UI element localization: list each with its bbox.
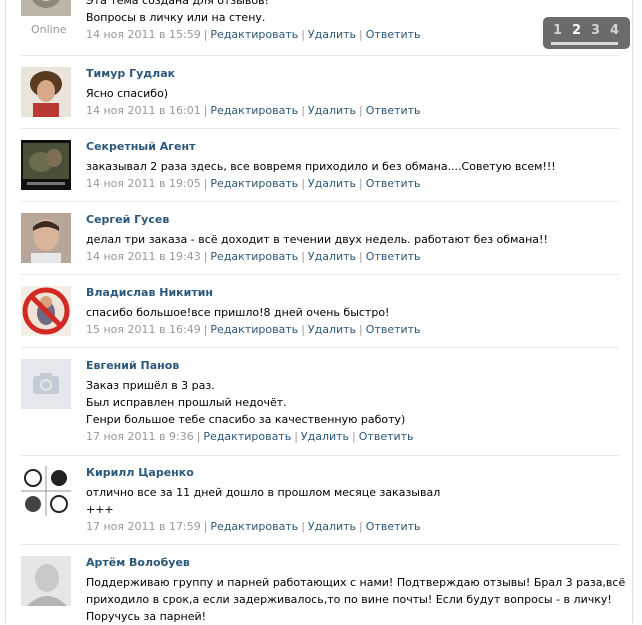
camera-icon: [21, 359, 71, 409]
edit-link[interactable]: Редактировать: [210, 28, 298, 41]
post-date[interactable]: 14 ноя 2011 в 16:01: [86, 104, 201, 117]
post-date[interactable]: 14 ноя 2011 в 19:05: [86, 177, 201, 190]
soldier-photo-icon: [21, 140, 71, 190]
author-link[interactable]: Сергей Гусев: [86, 213, 619, 227]
post-date[interactable]: 15 ноя 2011 в 16:49: [86, 323, 201, 336]
reply-link[interactable]: Ответить: [366, 323, 421, 336]
post-text-line: Заказ пришёл в 3 раз.: [86, 379, 215, 392]
avatar[interactable]: [21, 140, 71, 190]
post-divider: [21, 544, 619, 545]
reply-link[interactable]: Ответить: [366, 250, 421, 263]
author-link[interactable]: Владислав Никитин: [86, 286, 619, 300]
post-text-line: Был исправлен прошлый недочёт.: [86, 396, 287, 409]
reply-link[interactable]: Ответить: [359, 430, 414, 443]
post-divider: [21, 455, 619, 456]
avatar[interactable]: [21, 0, 71, 16]
post-text-line: Вопросы в личку или на стену.: [86, 11, 266, 24]
delete-link[interactable]: Удалить: [301, 430, 349, 443]
author-link[interactable]: Артём Волобуев: [86, 556, 619, 570]
delete-link[interactable]: Удалить: [308, 520, 356, 533]
post-date[interactable]: 17 ноя 2011 в 17:59: [86, 520, 201, 533]
post-divider: [21, 274, 619, 275]
online-status: Online: [31, 23, 67, 36]
reply-link[interactable]: Ответить: [366, 520, 421, 533]
post-date[interactable]: 14 ноя 2011 в 15:59: [86, 28, 201, 41]
edit-link[interactable]: Редактировать: [210, 323, 298, 336]
avatar[interactable]: [21, 67, 71, 117]
page-switcher: 1 2 3 4: [543, 17, 630, 49]
edit-link[interactable]: Редактировать: [210, 177, 298, 190]
post-text-line: Генри большое тебе спасибо за качественн…: [86, 413, 406, 426]
avatar[interactable]: [21, 286, 71, 336]
ornament-avatar-icon: [21, 0, 71, 16]
avatar[interactable]: [21, 213, 71, 263]
avatar[interactable]: [21, 359, 71, 409]
user-photo-icon: [21, 556, 71, 606]
author-link[interactable]: Тимур Гудлак: [86, 67, 619, 81]
page-scroll-bar: [551, 42, 618, 45]
post-text-line: заказывал 2 раза здесь, все вовремя прих…: [86, 160, 556, 173]
delete-link[interactable]: Удалить: [308, 323, 356, 336]
post-date[interactable]: 17 ноя 2011 в 9:36: [86, 430, 194, 443]
avatar[interactable]: [21, 466, 71, 516]
post-divider: [21, 347, 619, 348]
page-2-current[interactable]: 2: [572, 23, 581, 38]
post-text-line: отлично все за 11 дней дошло в прошлом м…: [86, 486, 441, 499]
meme-faces-icon: [21, 466, 71, 516]
post-date[interactable]: 14 ноя 2011 в 19:43: [86, 250, 201, 263]
post-text-line: спасибо большое!все пришло!8 дней очень …: [86, 306, 390, 319]
page-3[interactable]: 3: [591, 23, 600, 38]
edit-link[interactable]: Редактировать: [210, 520, 298, 533]
user-photo-icon: [21, 213, 71, 263]
reply-link[interactable]: Ответить: [366, 104, 421, 117]
post-text-line: Ясно спасибо): [86, 87, 169, 100]
page-4[interactable]: 4: [610, 23, 619, 38]
edit-link[interactable]: Редактировать: [210, 104, 298, 117]
page-1[interactable]: 1: [553, 23, 562, 38]
delete-link[interactable]: Удалить: [308, 104, 356, 117]
post-text-line: делал три заказа - всё доходит в течении…: [86, 233, 548, 246]
post-text-line: приходило в срок,а если задерживалось,то…: [86, 593, 612, 606]
delete-link[interactable]: Удалить: [308, 177, 356, 190]
post-text-line: Поддерживаю группу и парней работающих с…: [86, 576, 626, 589]
avatar[interactable]: [21, 556, 71, 606]
author-link[interactable]: Евгений Панов: [86, 359, 619, 373]
reply-link[interactable]: Ответить: [366, 177, 421, 190]
post-divider: [21, 201, 619, 202]
edit-link[interactable]: Редактировать: [210, 250, 298, 263]
post-text-line: Эта тема создана для отзывов!: [86, 0, 269, 7]
post-divider: [21, 128, 619, 129]
post-text-line: +++: [86, 503, 114, 516]
author-link[interactable]: Кирилл Царенко: [86, 466, 619, 480]
delete-link[interactable]: Удалить: [308, 250, 356, 263]
reply-link[interactable]: Ответить: [366, 28, 421, 41]
author-link[interactable]: Секретный Агент: [86, 140, 619, 154]
user-photo-icon: [21, 67, 71, 117]
edit-link[interactable]: Редактировать: [203, 430, 291, 443]
prohibited-sign-icon: [21, 286, 71, 336]
post-divider: [21, 55, 619, 56]
delete-link[interactable]: Удалить: [308, 28, 356, 41]
